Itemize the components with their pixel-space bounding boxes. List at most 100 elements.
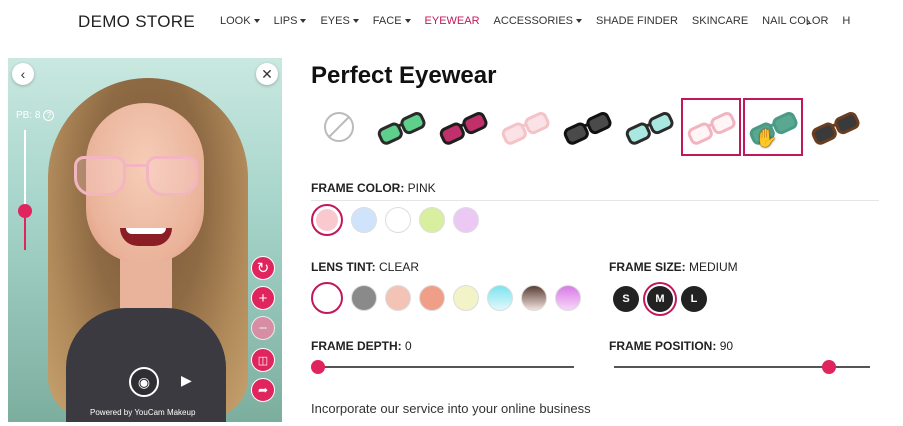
lens-tint-swatch[interactable] (487, 285, 513, 311)
eyewear-style-tortoise-cat-eye[interactable] (805, 98, 865, 156)
caret-down-icon (404, 19, 411, 23)
nav-item-face[interactable]: FACE (373, 15, 411, 27)
glasses-lens-right (146, 156, 198, 196)
lens-tint-swatch[interactable] (555, 285, 581, 311)
nav-item-eyes[interactable]: EYES (320, 15, 359, 27)
chevron-right-icon[interactable]: › (806, 13, 811, 29)
nav-item-label: LOOK (220, 15, 251, 27)
caret-down-icon (253, 19, 260, 23)
frame-color-swatch[interactable] (385, 207, 411, 233)
frame-size-heading: FRAME SIZE: MEDIUM (609, 260, 738, 274)
frame-depth-value: 0 (405, 339, 412, 353)
frame-color-swatch[interactable] (419, 207, 445, 233)
lens-tint-swatch[interactable] (385, 285, 411, 311)
frame-color-swatch[interactable] (453, 207, 479, 233)
nav-item-skincare[interactable]: SKINCARE (692, 15, 748, 27)
zoom-in-icon[interactable]: + (251, 286, 275, 310)
lens-tint-swatch[interactable] (351, 285, 377, 311)
nav-item-label: ACCESSORIES (493, 15, 574, 27)
lens-tint-swatch[interactable] (419, 285, 445, 311)
glasses-icon (377, 111, 426, 145)
glasses-icon (501, 111, 550, 145)
hand-cursor-icon: ✋ (755, 128, 778, 148)
glasses-icon (625, 111, 674, 145)
eyewear-style-pink-cat-eye[interactable] (681, 98, 741, 156)
compare-icon[interactable]: ◫ (251, 348, 275, 372)
nav-item-label: SHADE FINDER (596, 15, 678, 27)
nav-item-label: NAIL COLOR (762, 15, 829, 27)
zoom-out-icon[interactable]: − (251, 316, 275, 340)
shirt (66, 308, 226, 422)
lens-tint-value: CLEAR (379, 260, 420, 274)
nav-item-label: EYEWEAR (424, 15, 480, 27)
eyewear-style-mint-square[interactable] (619, 98, 679, 156)
frame-color-heading: FRAME COLOR: PINK (311, 181, 436, 195)
frame-size-value: MEDIUM (689, 260, 738, 274)
camera-icon[interactable]: ◉ (129, 367, 159, 397)
nav-item-label: SKINCARE (691, 15, 749, 27)
frame-size-option[interactable]: M (647, 286, 673, 312)
frame-size-option[interactable]: S (613, 286, 639, 312)
divider (311, 200, 879, 201)
glasses-icon (811, 111, 860, 145)
nav-item-look[interactable]: LOOK (220, 15, 260, 27)
store-logo[interactable]: DEMO STORE (78, 12, 195, 32)
nav-item-label: EYES (320, 15, 350, 27)
frame-depth-handle[interactable] (311, 360, 325, 374)
nav-item-h[interactable]: H (842, 15, 850, 27)
nav-item-lips[interactable]: LIPS (274, 15, 307, 27)
eyewear-style-none[interactable] (309, 98, 369, 156)
nav-item-shade-finder[interactable]: SHADE FINDER (596, 15, 678, 27)
frame-depth-slider[interactable] (311, 360, 574, 374)
footer-text: Incorporate our service into your online… (311, 401, 591, 416)
nav-item-label: LIPS (273, 15, 298, 27)
frame-position-heading: FRAME POSITION: 90 (609, 339, 734, 353)
chevron-left-icon[interactable]: ‹ (12, 63, 34, 85)
video-icon[interactable]: ▶ (181, 372, 192, 389)
virtual-try-on-camera: ‹ ✕ PB: 8 ? ↻ + − ◫ ➦ ◉ ▶ Powered by You… (8, 58, 282, 422)
eyewear-style-black-cat-eye[interactable] (557, 98, 617, 156)
glasses-lens-left (74, 156, 126, 196)
lens-tint-swatches (311, 282, 589, 314)
caret-down-icon (300, 19, 307, 23)
intensity-slider[interactable] (18, 130, 32, 250)
nav-item-accessories[interactable]: ACCESSORIES (493, 15, 583, 27)
frame-color-swatches (311, 204, 487, 236)
frame-size-option[interactable]: L (681, 286, 707, 312)
no-eyewear-icon (324, 112, 354, 142)
eyewear-style-green-aviator[interactable]: ✋ (743, 98, 803, 156)
main-menu: LOOK LIPS EYES FACE EYEWEAR ACCESSORIES SHADE … (220, 15, 864, 27)
glasses-icon (439, 111, 488, 145)
lens-tint-swatch[interactable] (521, 285, 547, 311)
glasses-icon (563, 111, 612, 145)
lens-tint-heading: LENS TINT: CLEAR (311, 260, 420, 274)
frame-position-value: 90 (719, 339, 734, 353)
frame-depth-heading: FRAME DEPTH: 0 (311, 339, 412, 353)
powered-by: Powered by YouCam Makeup (90, 408, 196, 417)
nav-item-eyewear[interactable]: EYEWEAR (425, 15, 480, 27)
eyewear-style-pink-round[interactable] (495, 98, 555, 156)
frame-position-handle[interactable] (822, 360, 836, 374)
eyewear-style-green-mirror-sport[interactable] (371, 98, 431, 156)
rotate-icon[interactable]: ↻ (251, 256, 275, 280)
lens-tint-swatch[interactable] (453, 285, 479, 311)
nav-item-nail-color[interactable]: NAIL COLOR (762, 15, 828, 27)
share-icon[interactable]: ➦ (251, 378, 275, 402)
nav-item-label: H (842, 15, 851, 27)
help-icon[interactable]: ? (43, 110, 55, 121)
lens-tint-swatch[interactable] (311, 282, 343, 314)
close-icon[interactable]: ✕ (256, 63, 278, 85)
eyewear-style-red-purple-sport[interactable] (433, 98, 493, 156)
frame-position-slider[interactable] (614, 360, 870, 374)
top-nav: DEMO STORE LOOK LIPS EYES FACE EYEWEAR ACCESS… (0, 0, 903, 44)
frame-color-swatch[interactable] (351, 207, 377, 233)
caret-down-icon (352, 19, 359, 23)
frame-color-swatch[interactable] (311, 204, 343, 236)
nav-item-label: FACE (372, 15, 402, 27)
caret-down-icon (576, 19, 583, 23)
frame-color-value: PINK (407, 181, 436, 195)
frame-size-options: SML (613, 286, 715, 312)
glasses-bridge (125, 164, 147, 167)
intensity-slider-handle[interactable] (18, 204, 32, 218)
glasses-icon (687, 111, 736, 145)
